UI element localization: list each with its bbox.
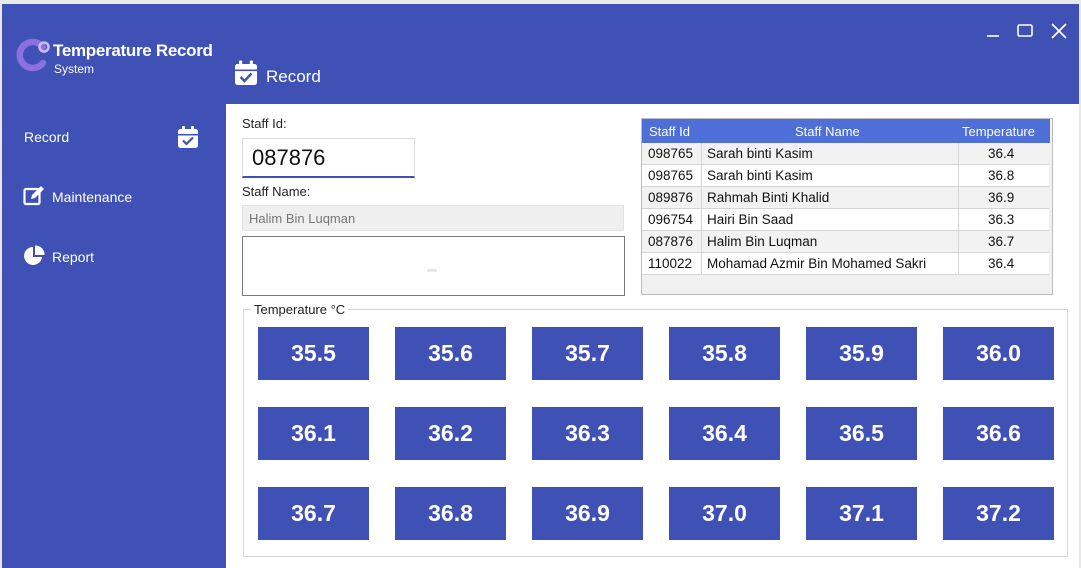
maximize-icon[interactable] bbox=[1010, 18, 1040, 44]
column-divider bbox=[958, 143, 959, 165]
brand: Temperature Record System bbox=[16, 38, 216, 78]
staff-name-field: Halim Bin Luqman bbox=[242, 205, 624, 231]
records-table[interactable]: Staff Id Staff Name Temperature 098765 S… bbox=[641, 118, 1053, 295]
column-divider bbox=[958, 231, 959, 253]
cell-staff-id: 096754 bbox=[648, 212, 694, 227]
column-header-temperature[interactable]: Temperature bbox=[962, 124, 1035, 139]
temp-button-35-5[interactable]: 35.5 bbox=[258, 327, 369, 380]
temp-button-37-2[interactable]: 37.2 bbox=[943, 487, 1054, 540]
app-logo-icon bbox=[16, 38, 50, 72]
cell-staff-id: 098765 bbox=[648, 146, 694, 161]
sidebar-item-record[interactable]: Record bbox=[4, 117, 222, 157]
app-window: Temperature Record System Record Mainten… bbox=[0, 0, 1081, 568]
column-divider bbox=[701, 209, 702, 231]
sidebar-item-label: Report bbox=[52, 249, 95, 265]
temp-button-36-4[interactable]: 36.4 bbox=[669, 407, 780, 460]
column-divider bbox=[958, 253, 959, 275]
calendar-check-icon bbox=[235, 60, 257, 85]
staff-id-label: Staff Id: bbox=[242, 116, 287, 131]
table-row[interactable]: 087876 Halim Bin Luqman 36.7 bbox=[642, 231, 1049, 253]
pie-chart-icon bbox=[24, 245, 45, 265]
sidebar-item-label: Record bbox=[24, 129, 70, 145]
temp-button-37-0[interactable]: 37.0 bbox=[669, 487, 780, 540]
temp-button-36-5[interactable]: 36.5 bbox=[806, 407, 917, 460]
cell-staff-id: 087876 bbox=[648, 234, 694, 249]
app-subtitle: System bbox=[54, 62, 95, 76]
column-divider bbox=[701, 231, 702, 253]
temperature-group: Temperature °C 35.5 35.6 35.7 35.8 35.9 … bbox=[243, 302, 1068, 557]
cell-temperature: 36.7 bbox=[988, 234, 1015, 249]
sidebar-item-maintenance[interactable]: Maintenance bbox=[4, 177, 222, 217]
cell-staff-name: Hairi Bin Saad bbox=[707, 212, 794, 227]
cell-staff-id: 110022 bbox=[648, 256, 693, 271]
staff-id-input[interactable] bbox=[242, 138, 415, 178]
cell-temperature: 36.4 bbox=[988, 146, 1015, 161]
temp-button-36-1[interactable]: 36.1 bbox=[258, 407, 369, 460]
table-header: Staff Id Staff Name Temperature bbox=[642, 119, 1050, 143]
cell-staff-name: Halim Bin Luqman bbox=[707, 234, 818, 249]
column-header-staff-name[interactable]: Staff Name bbox=[795, 124, 860, 139]
temp-button-37-1[interactable]: 37.1 bbox=[806, 487, 917, 540]
column-divider bbox=[958, 187, 959, 209]
table-row[interactable]: 096754 Hairi Bin Saad 36.3 bbox=[642, 209, 1049, 231]
calendar-check-icon bbox=[178, 126, 198, 148]
sidebar-item-label: Maintenance bbox=[52, 189, 133, 205]
temp-button-36-3[interactable]: 36.3 bbox=[532, 407, 643, 460]
cell-temperature: 36.9 bbox=[988, 190, 1015, 205]
temp-button-35-7[interactable]: 35.7 bbox=[532, 327, 643, 380]
main-content: Staff Id: Staff Name: Halim Bin Luqman S… bbox=[226, 104, 1079, 568]
message-box bbox=[242, 236, 625, 296]
temp-button-35-8[interactable]: 35.8 bbox=[669, 327, 780, 380]
column-divider bbox=[958, 165, 959, 187]
column-header-staff-id[interactable]: Staff Id bbox=[649, 124, 690, 139]
temp-button-36-9[interactable]: 36.9 bbox=[532, 487, 643, 540]
close-icon[interactable] bbox=[1044, 18, 1074, 44]
temp-button-36-0[interactable]: 36.0 bbox=[943, 327, 1054, 380]
message-placeholder bbox=[427, 269, 437, 272]
table-row[interactable]: 089876 Rahmah Binti Khalid 36.9 bbox=[642, 187, 1049, 209]
sidebar-item-report[interactable]: Report bbox=[4, 237, 222, 277]
column-divider bbox=[701, 253, 702, 275]
edit-icon bbox=[23, 186, 44, 206]
page-title: Record bbox=[266, 67, 321, 86]
table-row[interactable]: 098765 Sarah binti Kasim 36.4 bbox=[642, 143, 1049, 165]
cell-staff-name: Rahmah Binti Khalid bbox=[707, 190, 830, 205]
minimize-icon[interactable] bbox=[978, 18, 1008, 44]
temp-button-35-9[interactable]: 35.9 bbox=[806, 327, 917, 380]
temperature-group-label: Temperature °C bbox=[251, 302, 349, 317]
temp-button-36-8[interactable]: 36.8 bbox=[395, 487, 506, 540]
cell-temperature: 36.8 bbox=[988, 168, 1015, 183]
table-row[interactable]: 110022 Mohamad Azmir Bin Mohamed Sakri 3… bbox=[642, 253, 1049, 275]
cell-staff-name: Sarah binti Kasim bbox=[707, 146, 813, 161]
app-title: Temperature Record bbox=[53, 41, 213, 60]
cell-temperature: 36.4 bbox=[988, 256, 1015, 271]
column-divider bbox=[958, 209, 959, 231]
temp-button-36-7[interactable]: 36.7 bbox=[258, 487, 369, 540]
column-divider bbox=[701, 187, 702, 209]
temp-button-36-2[interactable]: 36.2 bbox=[395, 407, 506, 460]
column-divider bbox=[701, 165, 702, 187]
temp-button-35-6[interactable]: 35.6 bbox=[395, 327, 506, 380]
temp-button-36-6[interactable]: 36.6 bbox=[943, 407, 1054, 460]
cell-staff-id: 098765 bbox=[648, 168, 694, 183]
cell-temperature: 36.3 bbox=[988, 212, 1015, 227]
staff-name-label: Staff Name: bbox=[242, 184, 311, 199]
cell-staff-name: Mohamad Azmir Bin Mohamed Sakri bbox=[707, 256, 927, 271]
cell-staff-name: Sarah binti Kasim bbox=[707, 168, 813, 183]
table-row[interactable]: 098765 Sarah binti Kasim 36.8 bbox=[642, 165, 1049, 187]
column-divider bbox=[701, 143, 702, 165]
cell-staff-id: 089876 bbox=[648, 190, 694, 205]
